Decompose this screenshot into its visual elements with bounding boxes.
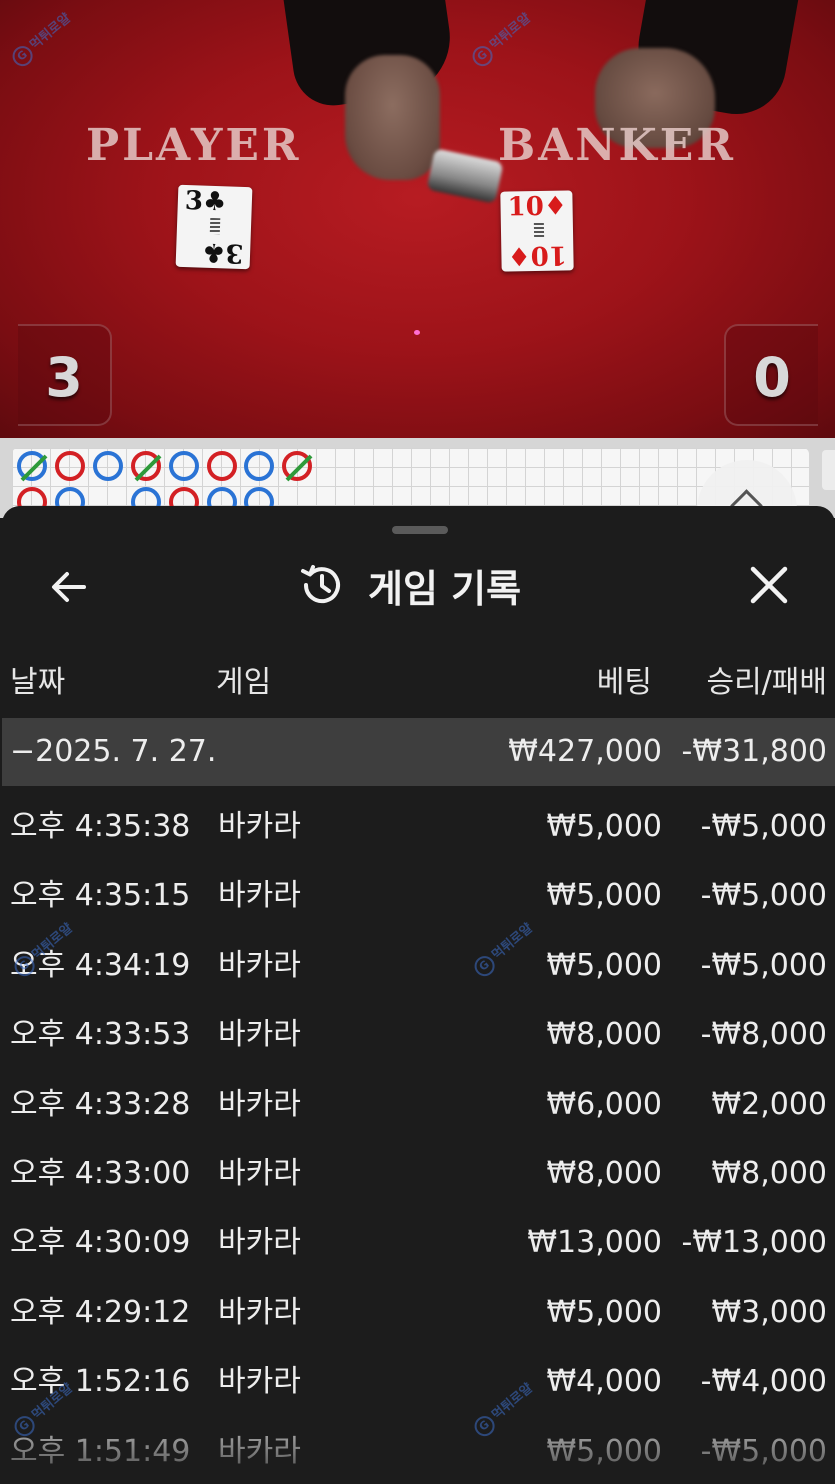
card-deck: [426, 148, 504, 204]
dealer-hand-left: [345, 55, 440, 180]
row-win-loss: -₩5,000: [700, 1433, 827, 1469]
banker-card-rank-bottom: 10: [529, 239, 567, 271]
player-card-rank-bottom: 3: [224, 237, 244, 269]
diamond-suit-icon-bottom: ♦: [506, 240, 531, 271]
game-history-sheet: 게임 기록 날짜 게임 베팅 승리/패배 −2025. 7. 27. ₩427,…: [2, 506, 835, 1484]
sheet-header: 게임 기록: [2, 546, 835, 626]
road-bead: [168, 451, 199, 481]
tie-slash-icon: [134, 454, 162, 482]
row-game: 바카라: [218, 1433, 301, 1469]
row-time: 오후 4:35:15: [10, 878, 191, 914]
history-icon: [301, 565, 340, 604]
table-row[interactable]: 오후 1:51:49 바카라 ₩5,000 -₩5,000: [2, 1417, 835, 1484]
table-row[interactable]: 오후 4:35:38 바카라 ₩5,000 -₩5,000: [2, 792, 835, 861]
date-summary-row[interactable]: −2025. 7. 27. ₩427,000 -₩31,800: [2, 718, 835, 786]
row-game: 바카라: [218, 1225, 301, 1261]
row-bet: ₩13,000: [527, 1225, 662, 1261]
row-win-loss: -₩13,000: [681, 1225, 827, 1261]
road-bead: [282, 451, 313, 482]
table-row[interactable]: 오후 1:52:16 바카라 ₩4,000 -₩4,000: [2, 1347, 835, 1416]
row-win-loss: -₩5,000: [700, 809, 827, 844]
road-bead: [54, 451, 85, 481]
row-win-loss: -₩5,000: [700, 878, 827, 914]
row-time: 오후 4:33:00: [10, 1156, 191, 1191]
summary-bet-total: ₩427,000: [508, 734, 662, 769]
row-game: 바카라: [218, 1017, 301, 1053]
row-game: 바카라: [218, 1086, 301, 1122]
row-time: 오후 4:29:12: [10, 1294, 191, 1330]
row-time: 오후 1:51:49: [10, 1433, 191, 1469]
road-bead: [206, 451, 237, 481]
summary-date: −2025. 7. 27.: [10, 734, 217, 769]
table-row[interactable]: 오후 4:30:09 바카라 ₩13,000 -₩13,000: [2, 1208, 835, 1277]
road-bead: [92, 451, 123, 481]
column-header-win-loss[interactable]: 승리/패배: [706, 658, 827, 708]
summary-win-loss: -₩31,800: [681, 734, 827, 769]
tie-slash-icon: [285, 454, 313, 482]
banker-score: 0: [724, 324, 818, 426]
page-title: 게임 기록: [368, 566, 522, 611]
table-row[interactable]: 오후 4:33:28 바카라 ₩6,000 ₩2,000: [2, 1070, 835, 1139]
table-row[interactable]: 오후 4:35:15 바카라 ₩5,000 -₩5,000: [2, 861, 835, 930]
close-icon: [750, 566, 788, 604]
row-bet: ₩4,000: [546, 1364, 662, 1400]
column-header-game[interactable]: 게임: [216, 658, 271, 708]
row-time: 오후 1:52:16: [10, 1364, 191, 1400]
row-bet: ₩5,000: [546, 947, 662, 983]
row-game: 바카라: [218, 809, 301, 844]
road-edge: [822, 450, 835, 490]
row-bet: ₩5,000: [546, 809, 662, 844]
row-time: 오후 4:33:53: [10, 1017, 191, 1053]
row-bet: ₩8,000: [546, 1156, 662, 1191]
club-suit-icon-bottom: ♣: [201, 236, 226, 268]
row-bet: ₩6,000: [546, 1086, 662, 1122]
banker-card-rank: 10: [507, 191, 545, 223]
row-time: 오후 4:35:38: [10, 809, 191, 844]
row-time: 오후 4:33:28: [10, 1086, 191, 1122]
back-arrow-icon: [52, 572, 86, 602]
row-time: 오후 4:34:19: [10, 947, 191, 983]
table-row[interactable]: 오후 4:33:53 바카라 ₩8,000 -₩8,000: [2, 1000, 835, 1069]
title-group: 게임 기록: [298, 560, 522, 611]
row-bet: ₩5,000: [546, 1433, 662, 1469]
light-glare: [414, 330, 420, 335]
banker-card: 10♦ 10♦: [500, 190, 574, 272]
column-header-date[interactable]: 날짜: [10, 658, 65, 708]
row-win-loss: -₩4,000: [700, 1364, 827, 1400]
row-win-loss: -₩8,000: [700, 1017, 827, 1053]
row-bet: ₩8,000: [546, 1017, 662, 1053]
row-win-loss: ₩8,000: [711, 1156, 827, 1191]
club-suit-icon: ♣: [202, 186, 227, 218]
player-card-rank: 3: [184, 185, 204, 217]
road-bead: [17, 451, 48, 482]
row-game: 바카라: [218, 1294, 301, 1330]
table-row[interactable]: 오후 4:29:12 바카라 ₩5,000 ₩3,000: [2, 1278, 835, 1347]
row-time: 오후 4:30:09: [10, 1225, 191, 1261]
row-bet: ₩5,000: [546, 1294, 662, 1330]
diamond-suit-icon: ♦: [543, 191, 568, 222]
sheet-drag-handle[interactable]: [392, 526, 448, 534]
column-header-bet[interactable]: 베팅: [597, 658, 652, 708]
road-bead: [244, 451, 275, 481]
live-video: PLAYER BANKER 3♣ 3♣ 10♦ 10♦ 3 0: [0, 0, 835, 438]
row-game: 바카라: [218, 878, 301, 914]
row-win-loss: ₩2,000: [711, 1086, 827, 1122]
row-game: 바카라: [218, 1156, 301, 1191]
table-row[interactable]: 오후 4:34:19 바카라 ₩5,000 -₩5,000: [2, 931, 835, 1000]
player-score: 3: [18, 324, 112, 426]
road-bead: [130, 451, 162, 482]
close-button[interactable]: [746, 562, 792, 608]
row-game: 바카라: [218, 947, 301, 983]
back-button[interactable]: [46, 564, 92, 610]
banker-label: BANKER: [498, 120, 736, 171]
row-game: 바카라: [218, 1364, 301, 1400]
row-win-loss: ₩3,000: [711, 1294, 827, 1330]
row-bet: ₩5,000: [546, 878, 662, 914]
player-label: PLAYER: [86, 120, 302, 171]
row-win-loss: -₩5,000: [700, 947, 827, 983]
player-card: 3♣ 3♣: [175, 184, 253, 270]
table-row[interactable]: 오후 4:33:00 바카라 ₩8,000 ₩8,000: [2, 1139, 835, 1208]
tie-slash-icon: [20, 454, 48, 482]
